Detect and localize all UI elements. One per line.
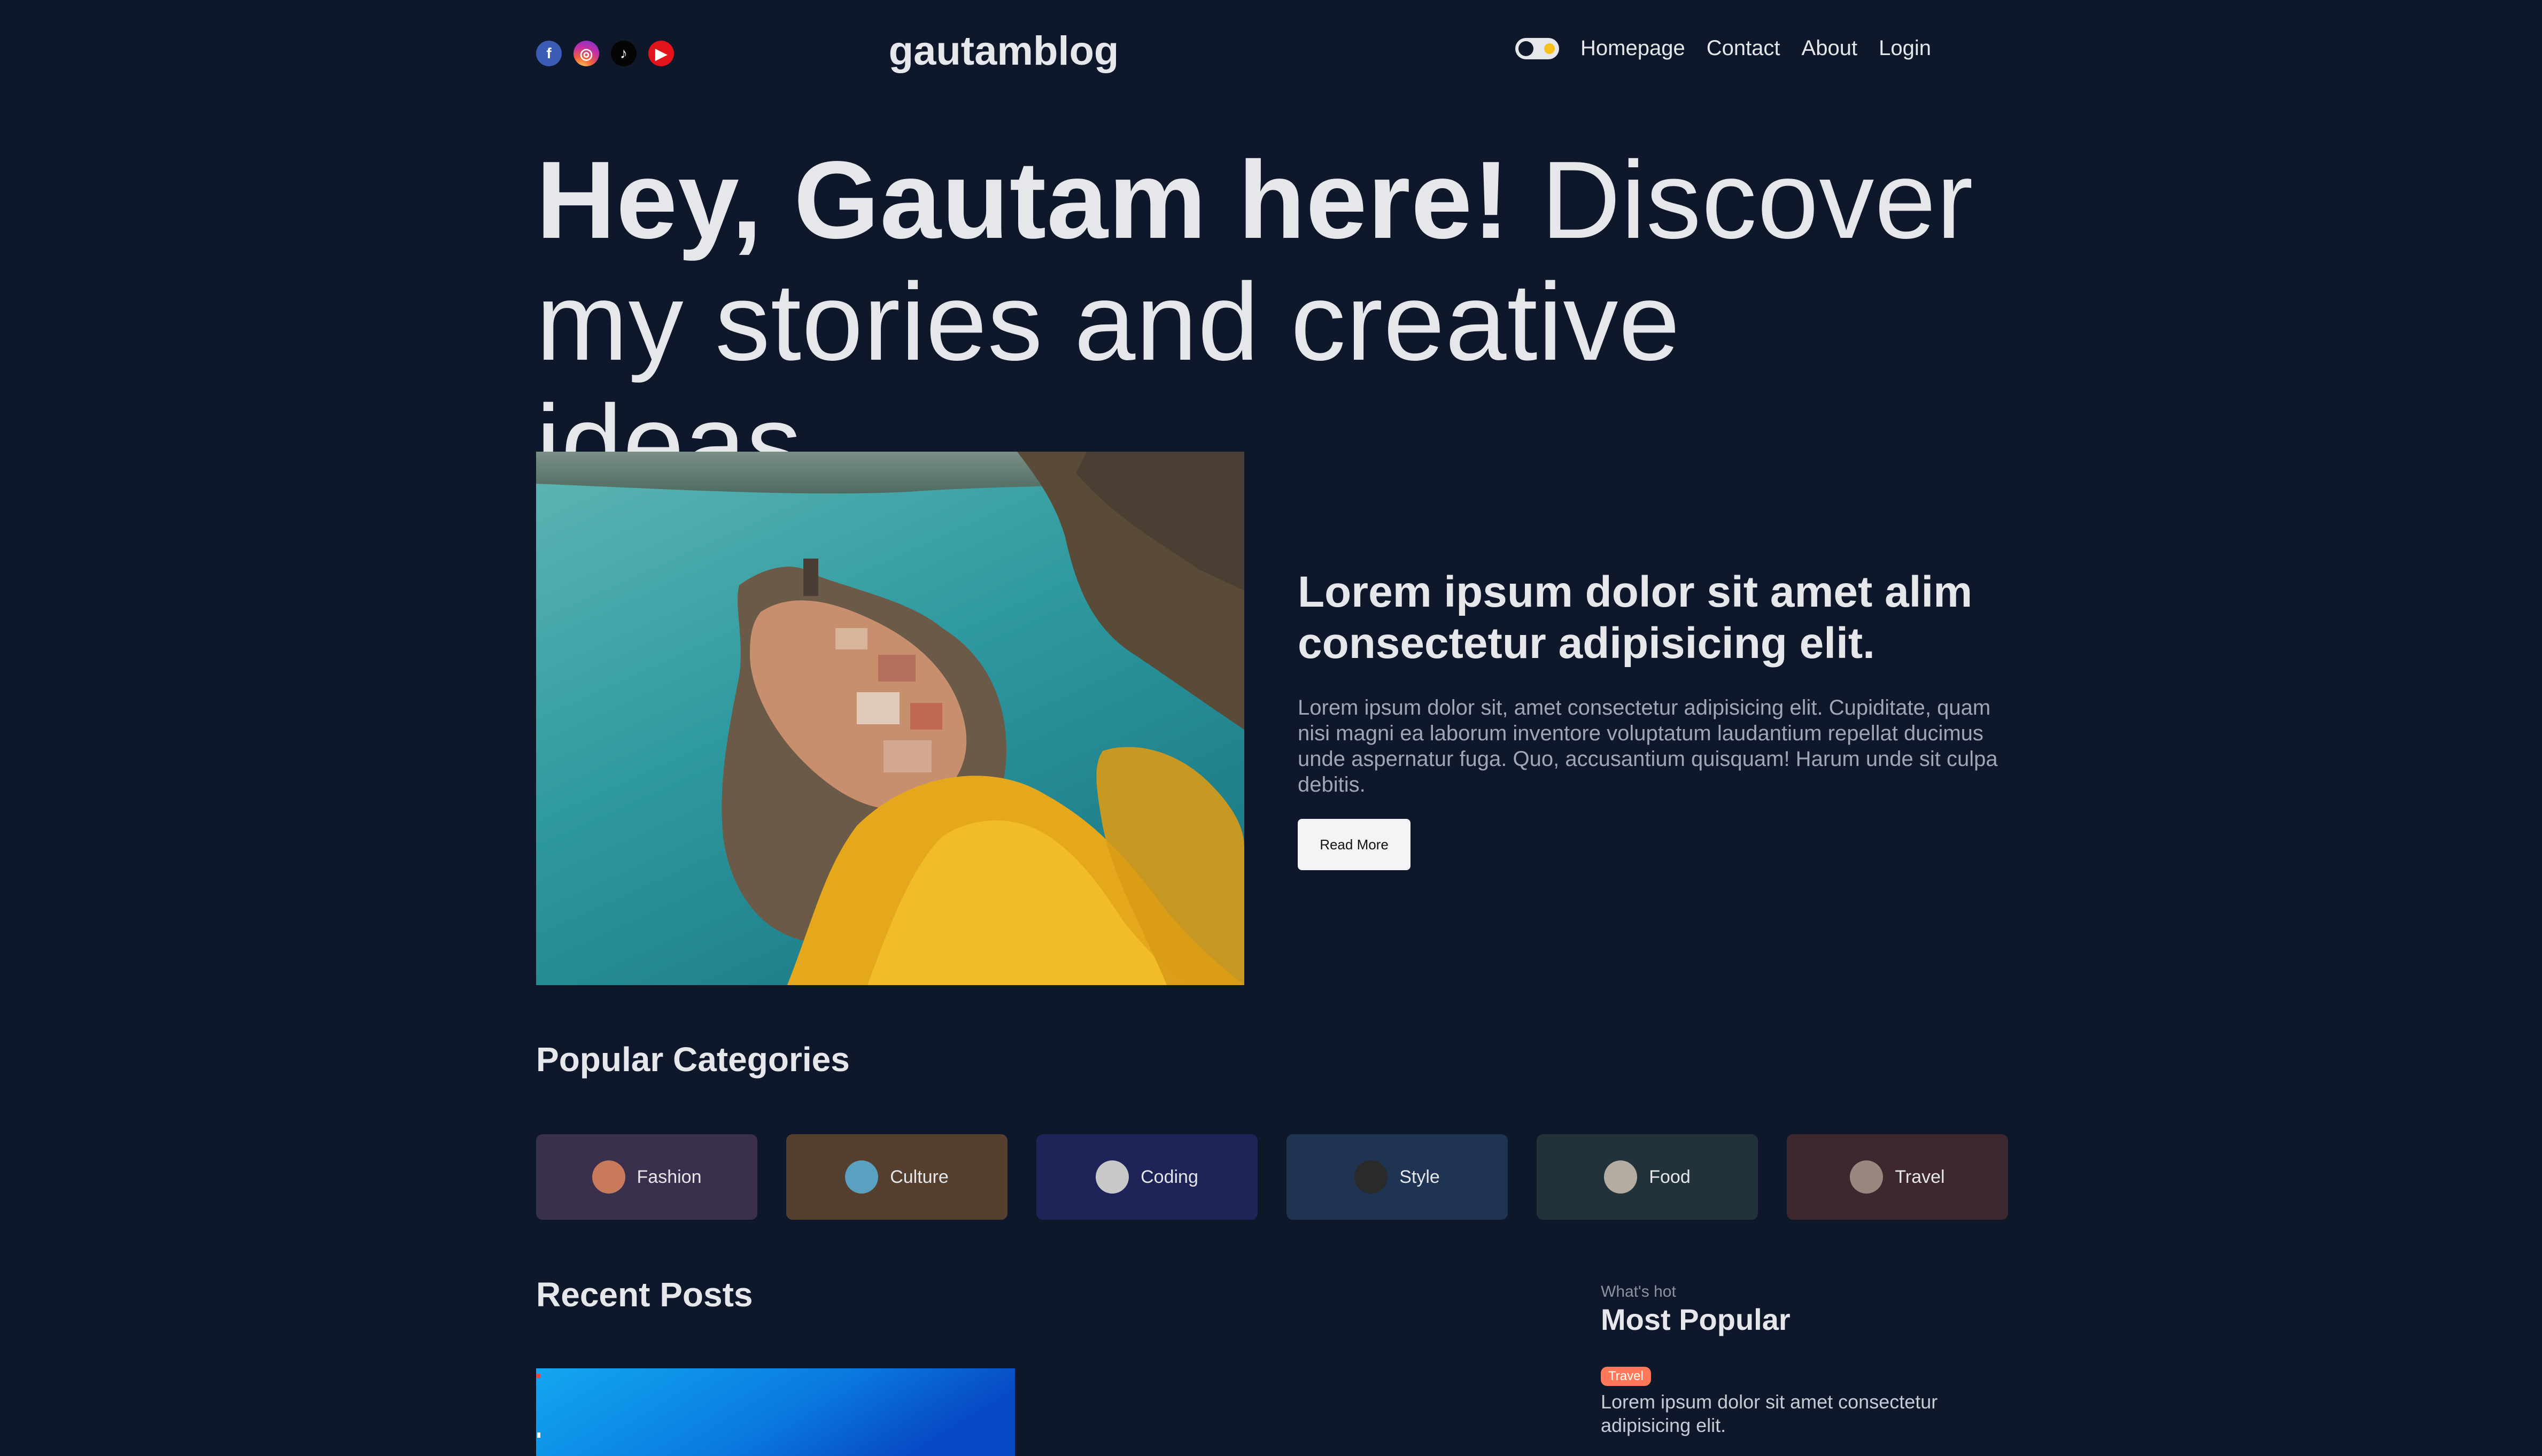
theme-toggle[interactable] [1515,37,1559,59]
hero-heading-bold: Hey, Gautam here! [536,138,1510,261]
popular-subtitle: What's hot [1601,1283,1676,1300]
category-culture[interactable]: Culture [786,1134,1007,1220]
category-coding[interactable]: Coding [1036,1134,1258,1220]
category-fashion[interactable]: Fashion [536,1134,757,1220]
nav-link-about[interactable]: About [1802,36,1858,60]
sun-icon [1544,43,1555,54]
categories-list: Fashion Culture Coding Style Food Travel [536,1134,2008,1220]
category-food[interactable]: Food [1537,1134,1758,1220]
featured-post: Lorem ipsum dolor sit amet alim consecte… [1298,567,2009,870]
popular-title: Most Popular [1601,1303,1791,1336]
nav-links: Homepage Contact About Login [1515,36,1931,60]
category-label: Fashion [637,1166,702,1187]
category-style[interactable]: Style [1286,1134,1508,1220]
category-label: Coding [1141,1166,1198,1187]
popular-post-title[interactable]: Lorem ipsum dolor sit amet consectetur a… [1601,1390,2007,1437]
featured-post-description: Lorem ipsum dolor sit, amet consectetur … [1298,696,1998,796]
category-label: Food [1649,1166,1691,1187]
category-travel[interactable]: Travel [1787,1134,2008,1220]
site-logo[interactable]: gautamblog [536,28,1471,74]
category-avatar [1096,1160,1129,1194]
category-avatar [592,1160,625,1194]
category-tag-travel[interactable]: Travel [1601,1367,1651,1386]
recent-post-image[interactable] [536,1368,1015,1456]
hero-heading: Hey, Gautam here! Discover my stories an… [536,139,2006,505]
most-popular-section: What's hot Most Popular Travel Lorem ips… [1601,1283,2007,1437]
toggle-knob [1518,41,1533,56]
category-avatar [1604,1160,1638,1194]
category-avatar [845,1160,879,1194]
popular-categories-title: Popular Categories [536,1040,850,1079]
category-avatar [1850,1160,1884,1194]
recent-posts-title: Recent Posts [536,1275,753,1314]
featured-post-image[interactable] [536,452,1244,985]
navbar: f ◎ ♪ ▶ gautamblog Homepage Contact Abou… [536,0,2006,107]
nav-link-homepage[interactable]: Homepage [1580,36,1685,60]
nav-link-contact[interactable]: Contact [1707,36,1780,60]
category-avatar [1354,1160,1388,1194]
category-label: Travel [1895,1166,1945,1187]
category-label: Culture [890,1166,949,1187]
read-more-button[interactable]: Read More [1298,819,1410,870]
featured-post-title[interactable]: Lorem ipsum dolor sit amet alim consecte… [1298,567,2009,669]
nav-link-login[interactable]: Login [1879,36,1931,60]
category-label: Style [1399,1166,1440,1187]
